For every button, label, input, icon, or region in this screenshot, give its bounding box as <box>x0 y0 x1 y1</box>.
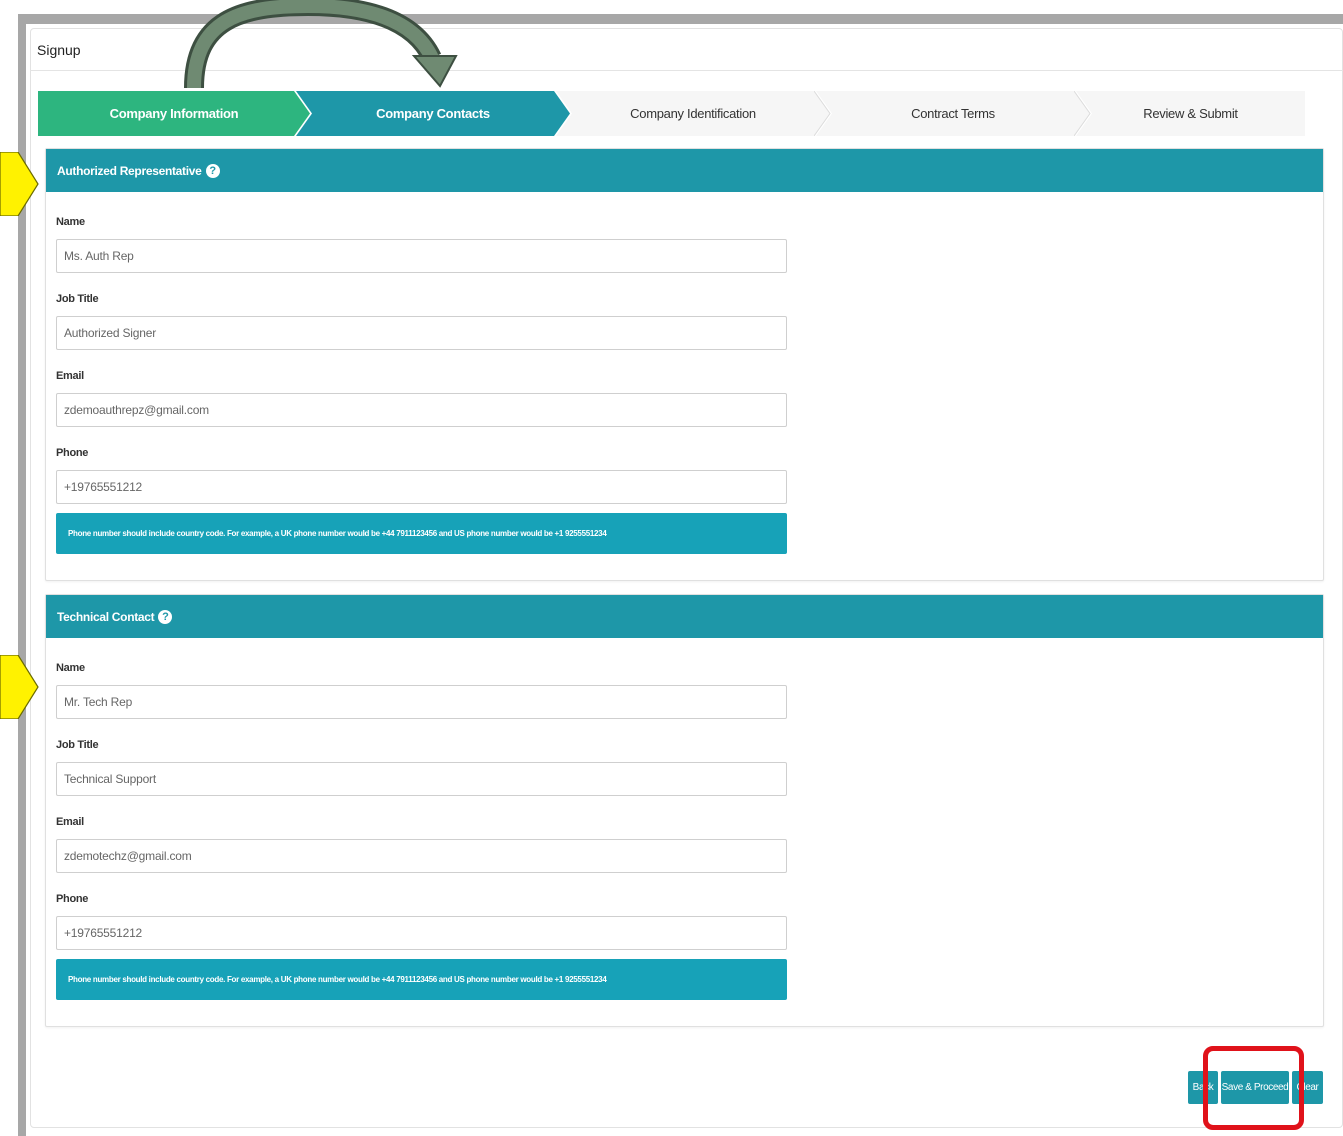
step-wizard: Company Information Company Contacts Com… <box>38 91 1305 136</box>
phone-label: Phone <box>56 893 89 905</box>
step-label: Company Contacts <box>376 106 490 121</box>
help-icon[interactable]: ? <box>205 163 220 178</box>
curved-arrow-icon <box>184 0 458 89</box>
step-label: Company Identification <box>630 106 756 121</box>
email-label: Email <box>56 370 84 382</box>
panel-header: Authorized Representative ? <box>46 149 1323 192</box>
step-label: Review & Submit <box>1143 106 1238 121</box>
yellow-arrow-icon <box>0 152 39 216</box>
job-title-label: Job Title <box>56 293 99 305</box>
step-contract-terms[interactable]: Contract Terms <box>816 91 1090 136</box>
page-title: Signup <box>37 42 81 58</box>
step-separator-icon <box>1074 91 1091 136</box>
auth-phone-input[interactable] <box>56 470 787 504</box>
tech-job-title-input[interactable] <box>56 762 787 796</box>
auth-name-input[interactable] <box>56 239 787 273</box>
step-company-information[interactable]: Company Information <box>38 91 310 136</box>
name-label: Name <box>56 662 85 674</box>
highlight-box <box>1203 1046 1304 1130</box>
step-company-identification[interactable]: Company Identification <box>556 91 830 136</box>
job-title-label: Job Title <box>56 739 99 751</box>
tech-phone-input[interactable] <box>56 916 787 950</box>
tech-email-input[interactable] <box>56 839 787 873</box>
phone-format-note: Phone number should include country code… <box>56 959 787 1000</box>
panel-title: Authorized Representative <box>57 163 202 178</box>
email-label: Email <box>56 816 84 828</box>
step-label: Company Information <box>109 106 239 121</box>
phone-label: Phone <box>56 447 89 459</box>
yellow-arrow-icon <box>0 655 39 719</box>
technical-contact-panel: Technical Contact ? Name Job Title Email… <box>45 594 1324 1027</box>
step-label: Contract Terms <box>911 106 995 121</box>
step-review-submit[interactable]: Review & Submit <box>1076 91 1305 136</box>
tech-name-input[interactable] <box>56 685 787 719</box>
step-separator-icon <box>814 91 831 136</box>
step-company-contacts[interactable]: Company Contacts <box>296 91 570 136</box>
panel-title: Technical Contact <box>57 609 155 624</box>
auth-job-title-input[interactable] <box>56 316 787 350</box>
authorized-representative-panel: Authorized Representative ? Name Job Tit… <box>45 148 1324 581</box>
name-label: Name <box>56 216 85 228</box>
help-icon[interactable]: ? <box>158 609 173 624</box>
auth-email-input[interactable] <box>56 393 787 427</box>
phone-format-note: Phone number should include country code… <box>56 513 787 554</box>
panel-header: Technical Contact ? <box>46 595 1323 638</box>
